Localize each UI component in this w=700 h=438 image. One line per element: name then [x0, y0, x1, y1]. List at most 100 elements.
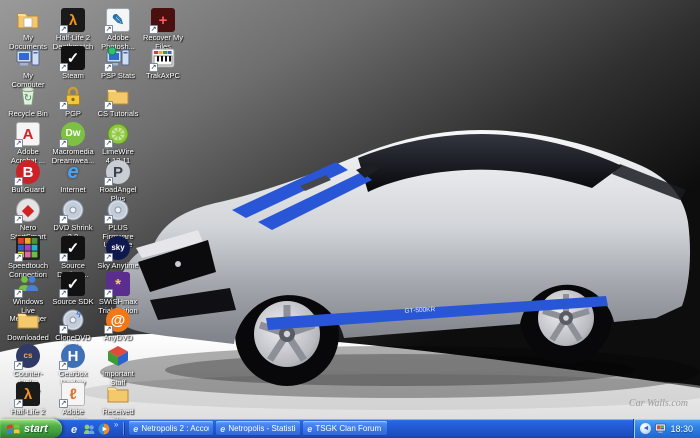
dvd-shrink-disc-icon: ↗ — [59, 198, 85, 224]
desktop-icon-recycle-bin[interactable]: ↻ Recycle Bin — [6, 84, 50, 119]
messenger-people-icon: ↗ — [14, 272, 40, 298]
internet-explorer-favicon: e — [307, 423, 313, 434]
svg-text:e: e — [71, 424, 77, 435]
shortcut-arrow-overlay: ↗ — [59, 101, 68, 110]
desktop-icon-nero-startsmart[interactable]: ◆↗Nero StartSmart — [6, 198, 50, 241]
hide-tray-icons-chevron[interactable]: ◄ — [640, 423, 652, 434]
desktop-surface[interactable]: My Documentsλ↗Half-Life 2 Deathmatch✎↗Ad… — [0, 0, 700, 424]
shortcut-arrow-overlay: ↗ — [59, 361, 68, 370]
desktop-icon-label: Source SDK — [52, 297, 94, 306]
desktop-icon-label: CS Tutorials — [97, 109, 139, 118]
desktop-icon-half-life-2[interactable]: λ ↗ Half-Life 2 — [6, 382, 50, 417]
desktop-icon-downloaded[interactable]: Downloaded — [6, 308, 50, 343]
quick-launch-toolbar: e» — [62, 419, 121, 438]
shortcut-arrow-overlay: ↗ — [14, 361, 23, 370]
shortcut-arrow-overlay: ↗ — [104, 101, 113, 110]
shortcut-arrow-overlay: ↗ — [104, 177, 113, 186]
shortcut-arrow-overlay: ↗ — [14, 215, 23, 224]
quick-launch-overflow-chevron[interactable]: » — [114, 420, 118, 429]
taskbar-button-title: TSGK Clan Forum :: V... — [315, 424, 383, 433]
shortcut-arrow-overlay: ↗ — [104, 139, 113, 148]
desktop-icon-cs-tutorials[interactable]: ↗ CS Tutorials — [96, 84, 140, 119]
taskbar-button-title: Netropolis 2 : Accoun... — [141, 424, 209, 433]
desktop-icon-label: Steam — [62, 71, 84, 80]
taskbar-button-tsgk-clan-forum-v[interactable]: eTSGK Clan Forum :: V... — [303, 421, 388, 436]
shortcut-arrow-overlay: ↗ — [59, 325, 68, 334]
recover-my-files-icon: + ↗ — [149, 8, 175, 34]
roadangel-plus-icon: P ↗ — [104, 160, 130, 186]
taskbar-button-netropolis-statistics[interactable]: eNetropolis - Statistics... — [216, 421, 301, 436]
shortcut-arrow-overlay: ↗ — [59, 63, 68, 72]
taskbar-window-buttons: eNetropolis 2 : Accoun...eNetropolis - S… — [126, 419, 633, 438]
desktop-icon-trakaxpc[interactable]: ↗ TrakAxPC — [141, 46, 185, 81]
speedtouch-icon: ↗ — [14, 236, 40, 262]
sky-anytime-icon: sky ↗ — [104, 236, 130, 262]
svg-text:↻: ↻ — [24, 93, 32, 104]
desktop-icon-macromedia-dreamwea[interactable]: Dw ↗ Macromedia Dreamwea... — [51, 122, 95, 165]
desktop-icon-steam[interactable]: ✓ ↗ Steam — [51, 46, 95, 81]
shortcut-arrow-overlay: ↗ — [104, 325, 113, 334]
half-life-2-lambda-icon: λ ↗ — [14, 382, 40, 408]
display-settings-tray-icon[interactable] — [655, 423, 667, 434]
shortcut-arrow-overlay: ↗ — [59, 253, 68, 262]
system-tray: ◄ 18:30 — [633, 419, 700, 438]
desktop-icon-internet[interactable]: e Internet — [51, 160, 95, 195]
desktop-icon-half-life-2-deathmatch[interactable]: λ↗Half-Life 2 Deathmatch — [51, 8, 95, 51]
desktop-icon-adobe-photosh[interactable]: ✎ ↗ Adobe Photosh... — [96, 8, 140, 51]
taskbar: start e» eNetropolis 2 : Accoun...eNetro… — [0, 419, 700, 438]
swishmax-icon: * ↗ — [104, 272, 130, 298]
shortcut-arrow-overlay: ↗ — [59, 25, 68, 34]
desktop-icon-my-computer[interactable]: My Computer — [6, 46, 50, 89]
desktop-icon-psp-stats[interactable]: ↗ PSP Stats — [96, 46, 140, 81]
shortcut-arrow-overlay: ↗ — [14, 253, 23, 262]
start-button[interactable]: start — [0, 419, 62, 438]
my-computer-icon — [16, 46, 40, 70]
desktop-icon-label: Downloaded — [7, 333, 49, 342]
bullguard-icon: B ↗ — [14, 160, 40, 186]
taskbar-button-netropolis-2-accoun[interactable]: eNetropolis 2 : Accoun... — [129, 421, 214, 436]
desktop-icon-anydvd[interactable]: @ ↗ AnyDVD — [96, 308, 140, 343]
shortcut-arrow-overlay: ↗ — [14, 399, 23, 408]
acrobat-icon: A ↗ — [14, 122, 40, 148]
taskbar-clock: 18:30 — [670, 423, 693, 434]
desktop-icon-limewire-4-12-11[interactable]: ↗LimeWire 4.12.11 — [96, 122, 140, 165]
messenger-quicklaunch-icon[interactable] — [83, 422, 96, 435]
desktop-icon-adobe-acrobat[interactable]: A↗Adobe Acrobat ... — [6, 122, 50, 165]
svg-text:ϟ: ϟ — [76, 310, 81, 320]
desktop-icon-bullguard[interactable]: B ↗ BullGuard — [6, 160, 50, 195]
received-files-folder-icon — [106, 382, 130, 406]
desktop-icon-recover-my-files[interactable]: + ↗ Recover My Files — [141, 8, 185, 51]
start-button-label: start — [24, 422, 48, 435]
windows-flag-icon — [7, 424, 20, 435]
internet-explorer-favicon: e — [220, 423, 226, 434]
desktop-icon-dvd-shrink-3-2[interactable]: ↗DVD Shrink 3.2 — [51, 198, 95, 241]
hockey-mods-icon: H ↗ — [59, 344, 85, 370]
shortcut-arrow-overlay: ↗ — [104, 215, 113, 224]
desktop-icon-important-stuff[interactable]: Important Stuff — [96, 344, 140, 387]
internet-explorer-favicon: e — [133, 423, 139, 434]
shortcut-arrow-overlay: ↗ — [14, 177, 23, 186]
desktop-icon-my-documents[interactable]: My Documents — [6, 8, 50, 51]
desktop-icon-label: Internet — [60, 185, 86, 194]
important-stuff-cube-icon — [106, 344, 130, 368]
dreamweaver-icon: Dw ↗ — [59, 122, 85, 148]
shortcut-arrow-overlay: ↗ — [104, 25, 113, 34]
desktop-icon-label: Half-Life 2 — [10, 407, 46, 416]
imageready-icon: ℓ ↗ — [59, 382, 85, 408]
shortcut-arrow-overlay: ↗ — [59, 139, 68, 148]
shortcut-arrow-overlay: ↗ — [59, 289, 68, 298]
shortcut-arrow-overlay: ↗ — [14, 289, 23, 298]
shortcut-arrow-overlay: ↗ — [104, 63, 113, 72]
desktop-icon-pgp[interactable]: ↗ PGP — [51, 84, 95, 119]
photoshop-pen-icon: ✎ ↗ — [104, 8, 130, 34]
media-player-quicklaunch-icon[interactable] — [98, 422, 111, 435]
internet-explorer-quicklaunch-icon[interactable]: e — [68, 422, 81, 435]
firmware-upgrade-disc-icon: ↗ — [104, 198, 130, 224]
internet-explorer-icon: e — [67, 161, 79, 183]
desktop-icon-sky-anytime[interactable]: sky ↗ Sky Anytime — [96, 236, 140, 271]
desktop-icon-source-sdk[interactable]: ✓ ↗ Source SDK — [51, 272, 95, 307]
limewire-icon: ↗ — [104, 122, 130, 148]
recycle-bin-icon: ↻ — [16, 84, 40, 108]
desktop-icon-label: AnyDVD — [103, 333, 133, 342]
desktop-icon-roadangel-plus[interactable]: P ↗ RoadAngel Plus — [96, 160, 140, 203]
